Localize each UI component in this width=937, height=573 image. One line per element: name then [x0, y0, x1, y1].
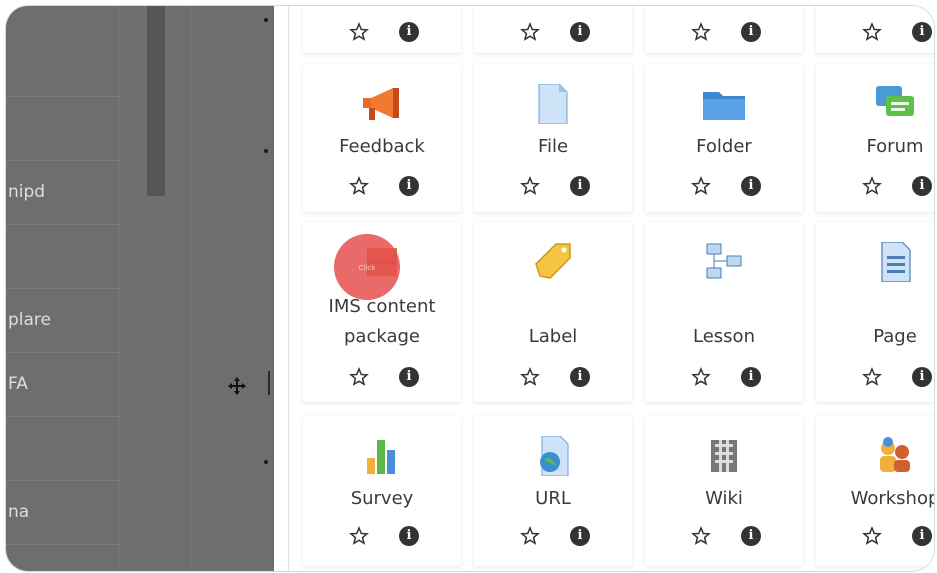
- caret: [268, 371, 270, 395]
- folder-icon: [703, 92, 745, 120]
- module-tile-url[interactable]: URL i: [474, 416, 632, 566]
- panel-divider: [288, 6, 289, 571]
- star-icon[interactable]: [862, 22, 882, 42]
- speech-bubbles-icon: [876, 86, 914, 116]
- module-label: Wiki: [705, 488, 743, 509]
- star-icon[interactable]: [349, 22, 369, 42]
- module-label: File: [537, 136, 569, 157]
- module-tile-forum[interactable]: Forum i: [816, 64, 934, 212]
- module-tile-page[interactable]: Page i: [816, 222, 934, 402]
- star-icon[interactable]: [691, 22, 711, 42]
- list-item: [6, 33, 120, 97]
- info-icon[interactable]: i: [399, 367, 419, 387]
- list-item: plare: [6, 289, 120, 353]
- info-icon[interactable]: i: [570, 526, 590, 546]
- megaphone-icon: [363, 88, 399, 120]
- module-label: IMS content: [328, 296, 436, 317]
- module-label: Folder: [696, 136, 752, 157]
- bullet: [264, 18, 268, 22]
- page-icon: [881, 242, 911, 282]
- tag-icon: [535, 243, 571, 279]
- star-icon[interactable]: [862, 367, 882, 387]
- info-icon[interactable]: i: [912, 22, 932, 42]
- bullet: [264, 149, 268, 153]
- info-icon[interactable]: i: [570, 176, 590, 196]
- module-tile[interactable]: i: [816, 6, 934, 53]
- info-icon[interactable]: i: [741, 526, 761, 546]
- list-item: na: [6, 481, 120, 545]
- click-indicator-label: Click: [358, 264, 376, 272]
- star-icon[interactable]: [349, 367, 369, 387]
- module-tile-file[interactable]: File i: [474, 64, 632, 212]
- info-icon[interactable]: i: [912, 526, 932, 546]
- info-icon[interactable]: i: [399, 176, 419, 196]
- list-item: [6, 417, 120, 481]
- info-icon[interactable]: i: [570, 367, 590, 387]
- module-tile-label[interactable]: Label i: [474, 222, 632, 402]
- star-icon[interactable]: [691, 526, 711, 546]
- star-icon[interactable]: [691, 367, 711, 387]
- move-icon[interactable]: [227, 376, 247, 396]
- info-icon[interactable]: i: [912, 367, 932, 387]
- module-tile-lesson[interactable]: Lesson i: [645, 222, 803, 402]
- bullet: [264, 460, 268, 464]
- star-icon[interactable]: [349, 526, 369, 546]
- info-icon[interactable]: i: [912, 176, 932, 196]
- info-icon[interactable]: i: [399, 22, 419, 42]
- info-icon[interactable]: i: [741, 367, 761, 387]
- flowchart-icon: [706, 243, 742, 279]
- star-icon[interactable]: [349, 176, 369, 196]
- list-item: nipd: [6, 161, 120, 225]
- module-label: package: [344, 326, 420, 347]
- list-item: [6, 97, 120, 161]
- module-label: Page: [873, 326, 917, 347]
- star-icon[interactable]: [520, 22, 540, 42]
- bar-chart-icon: [367, 440, 395, 474]
- list-item: FA: [6, 353, 120, 417]
- info-icon[interactable]: i: [570, 22, 590, 42]
- module-label: Forum: [866, 136, 924, 157]
- star-icon[interactable]: [520, 367, 540, 387]
- module-label: Lesson: [693, 326, 755, 347]
- module-label: Label: [528, 326, 578, 347]
- module-tile-survey[interactable]: Survey i: [303, 416, 461, 566]
- star-icon[interactable]: [862, 176, 882, 196]
- module-tile[interactable]: i: [303, 6, 461, 53]
- module-tile-folder[interactable]: Folder i: [645, 64, 803, 212]
- star-icon[interactable]: [691, 176, 711, 196]
- file-icon: [538, 84, 568, 124]
- wiki-icon: [711, 440, 737, 472]
- list-item: [6, 225, 120, 289]
- scrollbar[interactable]: [147, 6, 165, 196]
- module-label: Feedback: [339, 136, 425, 157]
- page-background: nipd plare FA na: [6, 6, 274, 571]
- module-tile-workshop[interactable]: Workshop i: [816, 416, 934, 566]
- globe-page-icon: [540, 436, 569, 476]
- module-tile[interactable]: i: [645, 6, 803, 53]
- module-label: Survey: [350, 488, 414, 509]
- info-icon[interactable]: i: [741, 22, 761, 42]
- people-icon: [880, 437, 910, 472]
- screenshot-frame: nipd plare FA na i i i i Feedback i File…: [6, 6, 934, 571]
- module-tile-wiki[interactable]: Wiki i: [645, 416, 803, 566]
- star-icon[interactable]: [520, 526, 540, 546]
- info-icon[interactable]: i: [741, 176, 761, 196]
- module-label: Workshop: [850, 488, 934, 509]
- module-tile-feedback[interactable]: Feedback i: [303, 64, 461, 212]
- click-indicator: Click: [334, 234, 400, 300]
- star-icon[interactable]: [862, 526, 882, 546]
- info-icon[interactable]: i: [399, 526, 419, 546]
- column-divider: [190, 6, 191, 571]
- module-label: URL: [535, 488, 571, 509]
- star-icon[interactable]: [520, 176, 540, 196]
- module-tile[interactable]: i: [474, 6, 632, 53]
